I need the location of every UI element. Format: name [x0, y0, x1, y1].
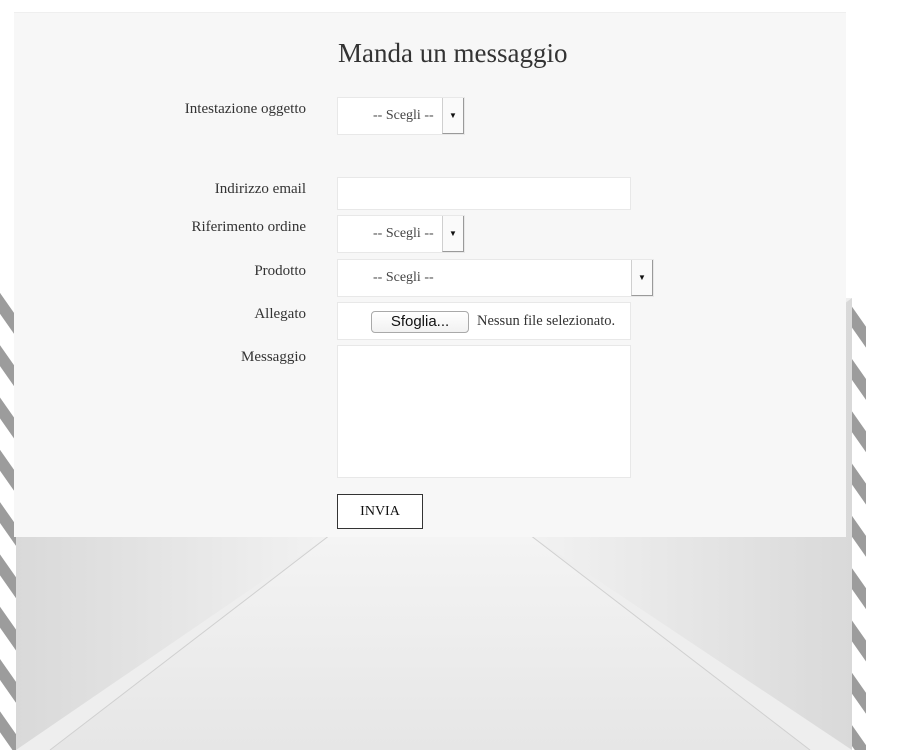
- order-ref-select-value: -- Scegli --: [373, 226, 434, 241]
- caret-down-icon[interactable]: ▼: [442, 98, 464, 134]
- email-label: Indirizzo email: [214, 181, 306, 197]
- browse-file-button[interactable]: Sfoglia...: [371, 311, 469, 333]
- message-label: Messaggio: [241, 349, 306, 365]
- order-ref-label: Riferimento ordine: [191, 219, 306, 235]
- email-field[interactable]: [337, 177, 631, 210]
- subject-select[interactable]: -- Scegli -- ▼: [337, 97, 465, 135]
- page-title: Manda un messaggio: [338, 38, 568, 68]
- file-status-text: Nessun file selezionato.: [477, 313, 616, 329]
- product-label: Prodotto: [254, 263, 306, 279]
- contact-page: Manda un messaggio Intestazione oggetto …: [0, 0, 900, 750]
- product-select-value: -- Scegli --: [373, 270, 434, 285]
- product-select[interactable]: -- Scegli -- ▼: [337, 259, 654, 297]
- subject-label: Intestazione oggetto: [184, 101, 306, 117]
- subject-select-value: -- Scegli --: [373, 108, 434, 123]
- message-textarea[interactable]: [337, 345, 631, 478]
- caret-down-icon[interactable]: ▼: [631, 260, 653, 296]
- submit-button[interactable]: INVIA: [337, 494, 423, 529]
- caret-down-icon[interactable]: ▼: [442, 216, 464, 252]
- attachment-label: Allegato: [254, 306, 306, 322]
- order-ref-select[interactable]: -- Scegli -- ▼: [337, 215, 465, 253]
